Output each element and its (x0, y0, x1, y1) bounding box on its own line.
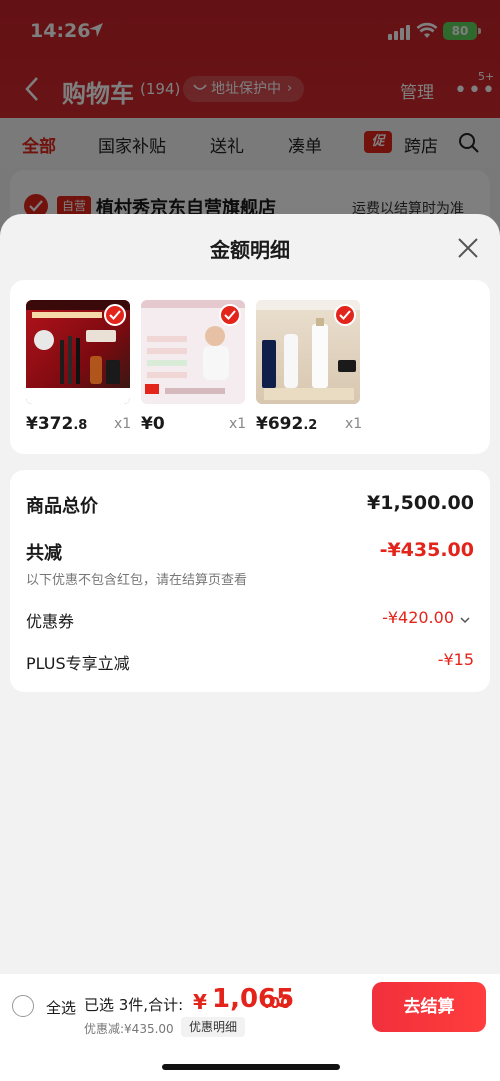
plus-discount-label: PLUS专享立减 (26, 654, 130, 673)
coupon-label: 优惠券 (26, 612, 75, 631)
item-qty: x1 (345, 416, 363, 432)
coupon-value[interactable]: -¥420.00 (382, 608, 454, 627)
product-thumbnail[interactable] (141, 300, 245, 404)
total-price-label: 商品总价 (26, 496, 98, 517)
check-icon (339, 310, 351, 320)
home-indicator (162, 1064, 340, 1070)
total-currency: ¥ (193, 990, 207, 1014)
product-thumbnail[interactable] (256, 300, 360, 404)
checkout-button[interactable]: 去结算 (372, 982, 486, 1032)
item-selected-check (334, 304, 356, 326)
total-reduction-value: -¥435.00 (379, 539, 474, 561)
select-all-radio[interactable] (12, 995, 34, 1017)
item-price: ¥372.8 (26, 414, 88, 434)
discount-detail-button[interactable]: 优惠明细 (181, 1017, 246, 1037)
item-price: ¥0 (141, 414, 165, 434)
item-price: ¥692.2 (256, 414, 318, 434)
product-thumbnails-card: ¥372.8 x1 ¥0 x1 ¥692.2 x1 (10, 280, 490, 454)
reduction-note: 以下优惠不包含红包，请在结算页查看 (26, 573, 248, 588)
select-all-label[interactable]: 全选 (46, 997, 76, 1018)
item-selected-check (219, 304, 241, 326)
total-amount-decimal: .00 (264, 994, 291, 1012)
selected-count-text: 已选 3件,合计: (84, 996, 184, 1014)
check-icon (224, 310, 236, 320)
close-icon[interactable] (456, 236, 480, 260)
discount-summary: 优惠减:¥435.00 (84, 1022, 174, 1036)
item-qty: x1 (114, 416, 132, 432)
total-price-value: ¥1,500.00 (367, 492, 474, 514)
item-qty: x1 (229, 416, 247, 432)
chevron-down-icon[interactable] (460, 616, 470, 624)
plus-discount-value: -¥15 (437, 650, 474, 669)
amount-detail-sheet: 金额明细 ¥372.8 x1 ¥0 x1 ¥692.2 x1 商品总价 ¥1,5… (0, 214, 500, 974)
item-selected-check (104, 304, 126, 326)
check-icon (109, 310, 121, 320)
sheet-title: 金额明细 (210, 238, 290, 262)
total-reduction-label: 共减 (26, 543, 62, 564)
price-summary-card: 商品总价 ¥1,500.00 共减 -¥435.00 以下优惠不包含红包，请在结… (10, 470, 490, 692)
product-thumbnail[interactable] (26, 300, 130, 404)
